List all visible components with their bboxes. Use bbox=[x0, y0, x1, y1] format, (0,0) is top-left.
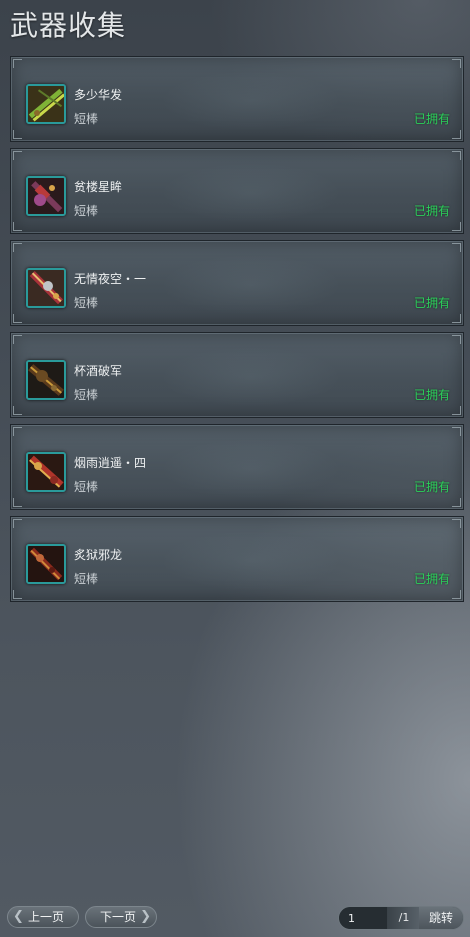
weapon-icon-red-gold-club bbox=[26, 268, 66, 308]
page-number-input[interactable] bbox=[339, 907, 387, 929]
next-page-label: 下一页 bbox=[99, 910, 136, 924]
weapon-icon-red-purple-club bbox=[26, 176, 66, 216]
weapon-card[interactable]: 杯酒破军 短棒 已拥有 bbox=[10, 332, 464, 418]
owned-status: 已拥有 bbox=[413, 388, 450, 402]
weapon-name: 炙狱邪龙 bbox=[74, 548, 123, 562]
chevron-right-icon: ❯ bbox=[140, 909, 151, 924]
owned-status: 已拥有 bbox=[413, 480, 450, 494]
owned-status: 已拥有 bbox=[413, 572, 450, 586]
weapon-icon-dark-brown-club bbox=[26, 360, 66, 400]
weapon-card[interactable]: 炙狱邪龙 短棒 已拥有 bbox=[10, 516, 464, 602]
next-page-button[interactable]: 下一页 ❯ bbox=[85, 906, 157, 928]
jump-button[interactable]: 跳转 bbox=[419, 907, 463, 929]
weapon-icon-dark-red-rod bbox=[26, 544, 66, 584]
weapon-icon-green-rod bbox=[26, 84, 66, 124]
weapon-type: 短棒 bbox=[74, 572, 99, 586]
weapon-name: 杯酒破军 bbox=[74, 364, 123, 378]
weapon-list: 多少华发 短棒 已拥有 贫楼星眸 短棒 已拥有 无情夜空・一 短棒 已拥有 杯酒… bbox=[10, 56, 464, 608]
prev-page-button[interactable]: ❮ 上一页 bbox=[7, 906, 79, 928]
weapon-name: 贫楼星眸 bbox=[74, 180, 123, 194]
prev-page-label: 上一页 bbox=[27, 910, 64, 924]
weapon-card[interactable]: 无情夜空・一 短棒 已拥有 bbox=[10, 240, 464, 326]
weapon-type: 短棒 bbox=[74, 480, 99, 494]
weapon-card[interactable]: 烟雨逍遥・四 短棒 已拥有 bbox=[10, 424, 464, 510]
owned-status: 已拥有 bbox=[413, 112, 450, 126]
owned-status: 已拥有 bbox=[413, 296, 450, 310]
weapon-icon-red-gold-rod bbox=[26, 452, 66, 492]
chevron-left-icon: ❮ bbox=[13, 909, 24, 924]
weapon-card[interactable]: 多少华发 短棒 已拥有 bbox=[10, 56, 464, 142]
weapon-type: 短棒 bbox=[74, 112, 99, 126]
weapon-name: 多少华发 bbox=[74, 88, 123, 102]
weapon-card[interactable]: 贫楼星眸 短棒 已拥有 bbox=[10, 148, 464, 234]
page-total: /1 bbox=[387, 907, 421, 929]
weapon-name: 烟雨逍遥・四 bbox=[74, 456, 147, 470]
page-title: 武器收集 bbox=[10, 9, 127, 42]
owned-status: 已拥有 bbox=[413, 204, 450, 218]
weapon-type: 短棒 bbox=[74, 388, 99, 402]
weapon-type: 短棒 bbox=[74, 204, 99, 218]
weapon-name: 无情夜空・一 bbox=[74, 272, 147, 286]
page-jump-control: /1 跳转 bbox=[338, 906, 464, 930]
weapon-type: 短棒 bbox=[74, 296, 99, 310]
